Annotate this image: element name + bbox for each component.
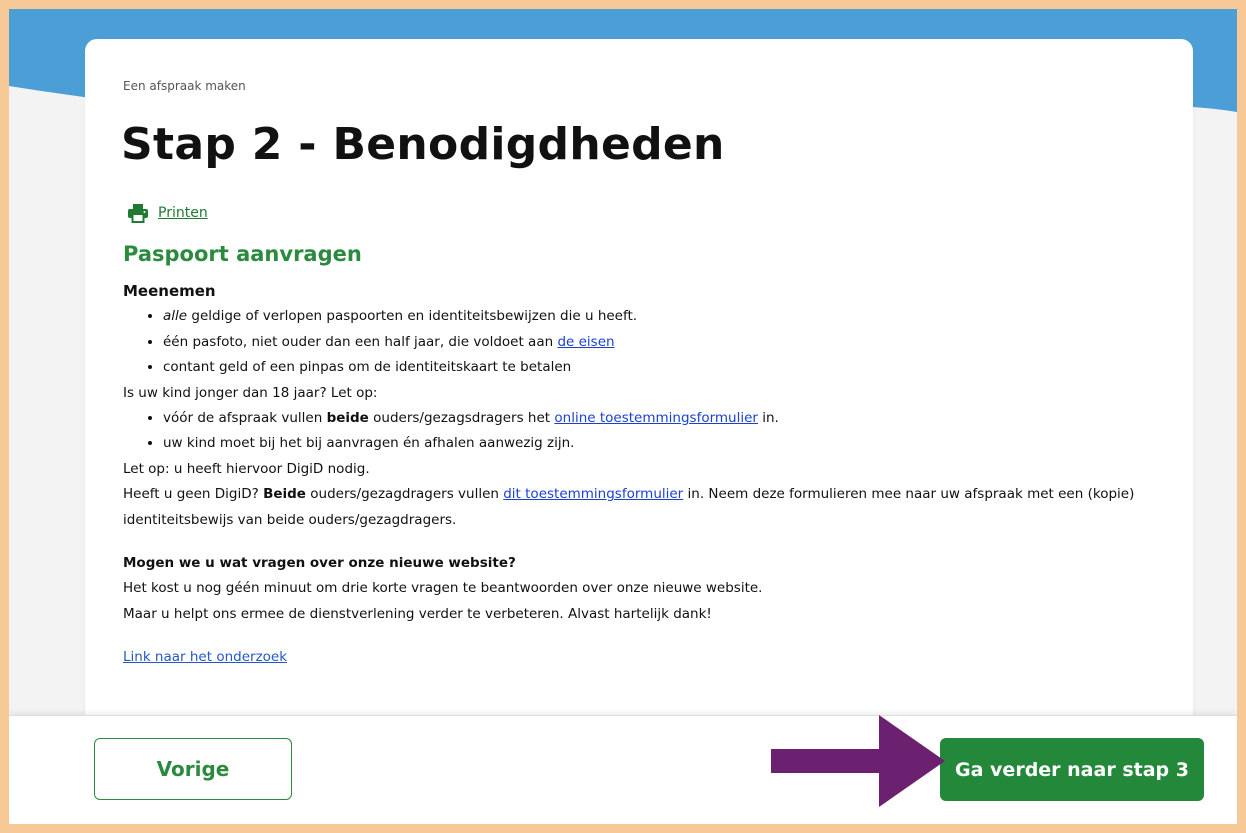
survey-heading: Mogen we u wat vragen over onze nieuwe w… xyxy=(123,555,516,572)
survey-line-1: Het kost u nog géén minuut om drie korte… xyxy=(123,580,763,597)
breadcrumb: Een afspraak maken xyxy=(123,79,246,93)
item-italic: alle xyxy=(163,308,188,325)
list-item: uw kind moet bij het bij aanvragen én af… xyxy=(163,431,1163,456)
pointer-arrow-icon xyxy=(771,715,945,807)
printer-icon xyxy=(128,204,148,223)
page-title: Stap 2 - Benodigdheden xyxy=(121,119,725,170)
print-label: Printen xyxy=(158,205,208,221)
requirements-text: Meenemen alle geldige of verlopen paspoo… xyxy=(123,279,1163,671)
page-frame: Een afspraak maken Stap 2 - Benodigdhede… xyxy=(9,9,1237,824)
child-intro: Is uw kind jonger dan 18 jaar? Let op: xyxy=(123,384,378,401)
de-eisen-link[interactable]: de eisen xyxy=(557,334,614,350)
digid-note: Let op: u heeft hiervoor DigiD nodig. xyxy=(123,460,370,477)
meenemen-list: alle geldige of verlopen paspoorten en i… xyxy=(123,304,1163,380)
online-consent-form-link[interactable]: online toestemmingsformulier xyxy=(554,410,758,426)
survey-line-2: Maar u helpt ons ermee de dienstverlenin… xyxy=(123,605,712,622)
child-list: vóór de afspraak vullen beide ouders/gez… xyxy=(123,406,1163,457)
meenemen-heading: Meenemen xyxy=(123,282,216,300)
content-card: Een afspraak maken Stap 2 - Benodigdhede… xyxy=(85,39,1193,759)
previous-button[interactable]: Vorige xyxy=(94,738,292,800)
list-item: contant geld of een pinpas om de identit… xyxy=(163,355,1163,380)
no-digid-text: Heeft u geen DigiD? Beide ouders/gezagdr… xyxy=(123,486,1135,528)
section-title: Paspoort aanvragen xyxy=(123,242,362,266)
next-step-button[interactable]: Ga verder naar stap 3 xyxy=(940,738,1204,801)
list-item: vóór de afspraak vullen beide ouders/gez… xyxy=(163,406,1163,431)
list-item: alle geldige of verlopen paspoorten en i… xyxy=(163,304,1163,329)
survey-link-row: Link naar het onderzoek xyxy=(123,645,1163,670)
list-item: één pasfoto, niet ouder dan een half jaa… xyxy=(163,330,1163,355)
bottom-nav-bar: Vorige Ga verder naar stap 3 xyxy=(9,715,1237,824)
consent-form-link[interactable]: dit toestemmingsformulier xyxy=(503,486,683,502)
survey-link[interactable]: Link naar het onderzoek xyxy=(123,649,287,665)
print-link[interactable]: Printen xyxy=(127,203,208,223)
